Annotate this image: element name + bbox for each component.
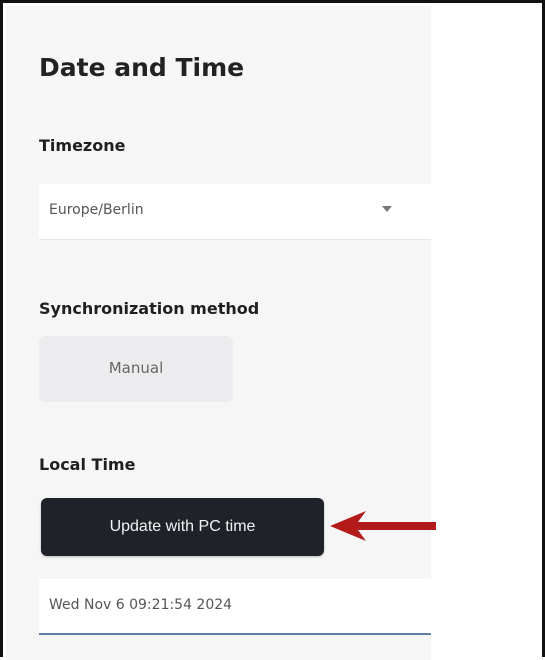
page-title: Date and Time: [39, 53, 245, 82]
date-time-panel: [6, 6, 431, 660]
timezone-select[interactable]: Europe/Berlin: [39, 184, 431, 240]
timezone-value: Europe/Berlin: [49, 202, 144, 218]
local-time-field[interactable]: Wed Nov 6 09:21:54 2024: [39, 579, 431, 635]
red-arrow-icon: [330, 511, 436, 541]
local-time-label: Local Time: [39, 455, 136, 474]
local-time-value: Wed Nov 6 09:21:54 2024: [49, 597, 233, 613]
chevron-down-icon: [382, 206, 392, 212]
timezone-label: Timezone: [39, 136, 126, 155]
sync-method-toggle[interactable]: Manual: [39, 336, 233, 402]
screenshot-frame: Date and Time Timezone Europe/Berlin Syn…: [0, 0, 545, 660]
red-arrow-shape: [330, 511, 436, 541]
sync-method-label: Synchronization method: [39, 299, 260, 318]
update-with-pc-time-button[interactable]: Update with PC time: [41, 498, 324, 556]
sync-method-option: Manual: [108, 359, 164, 377]
